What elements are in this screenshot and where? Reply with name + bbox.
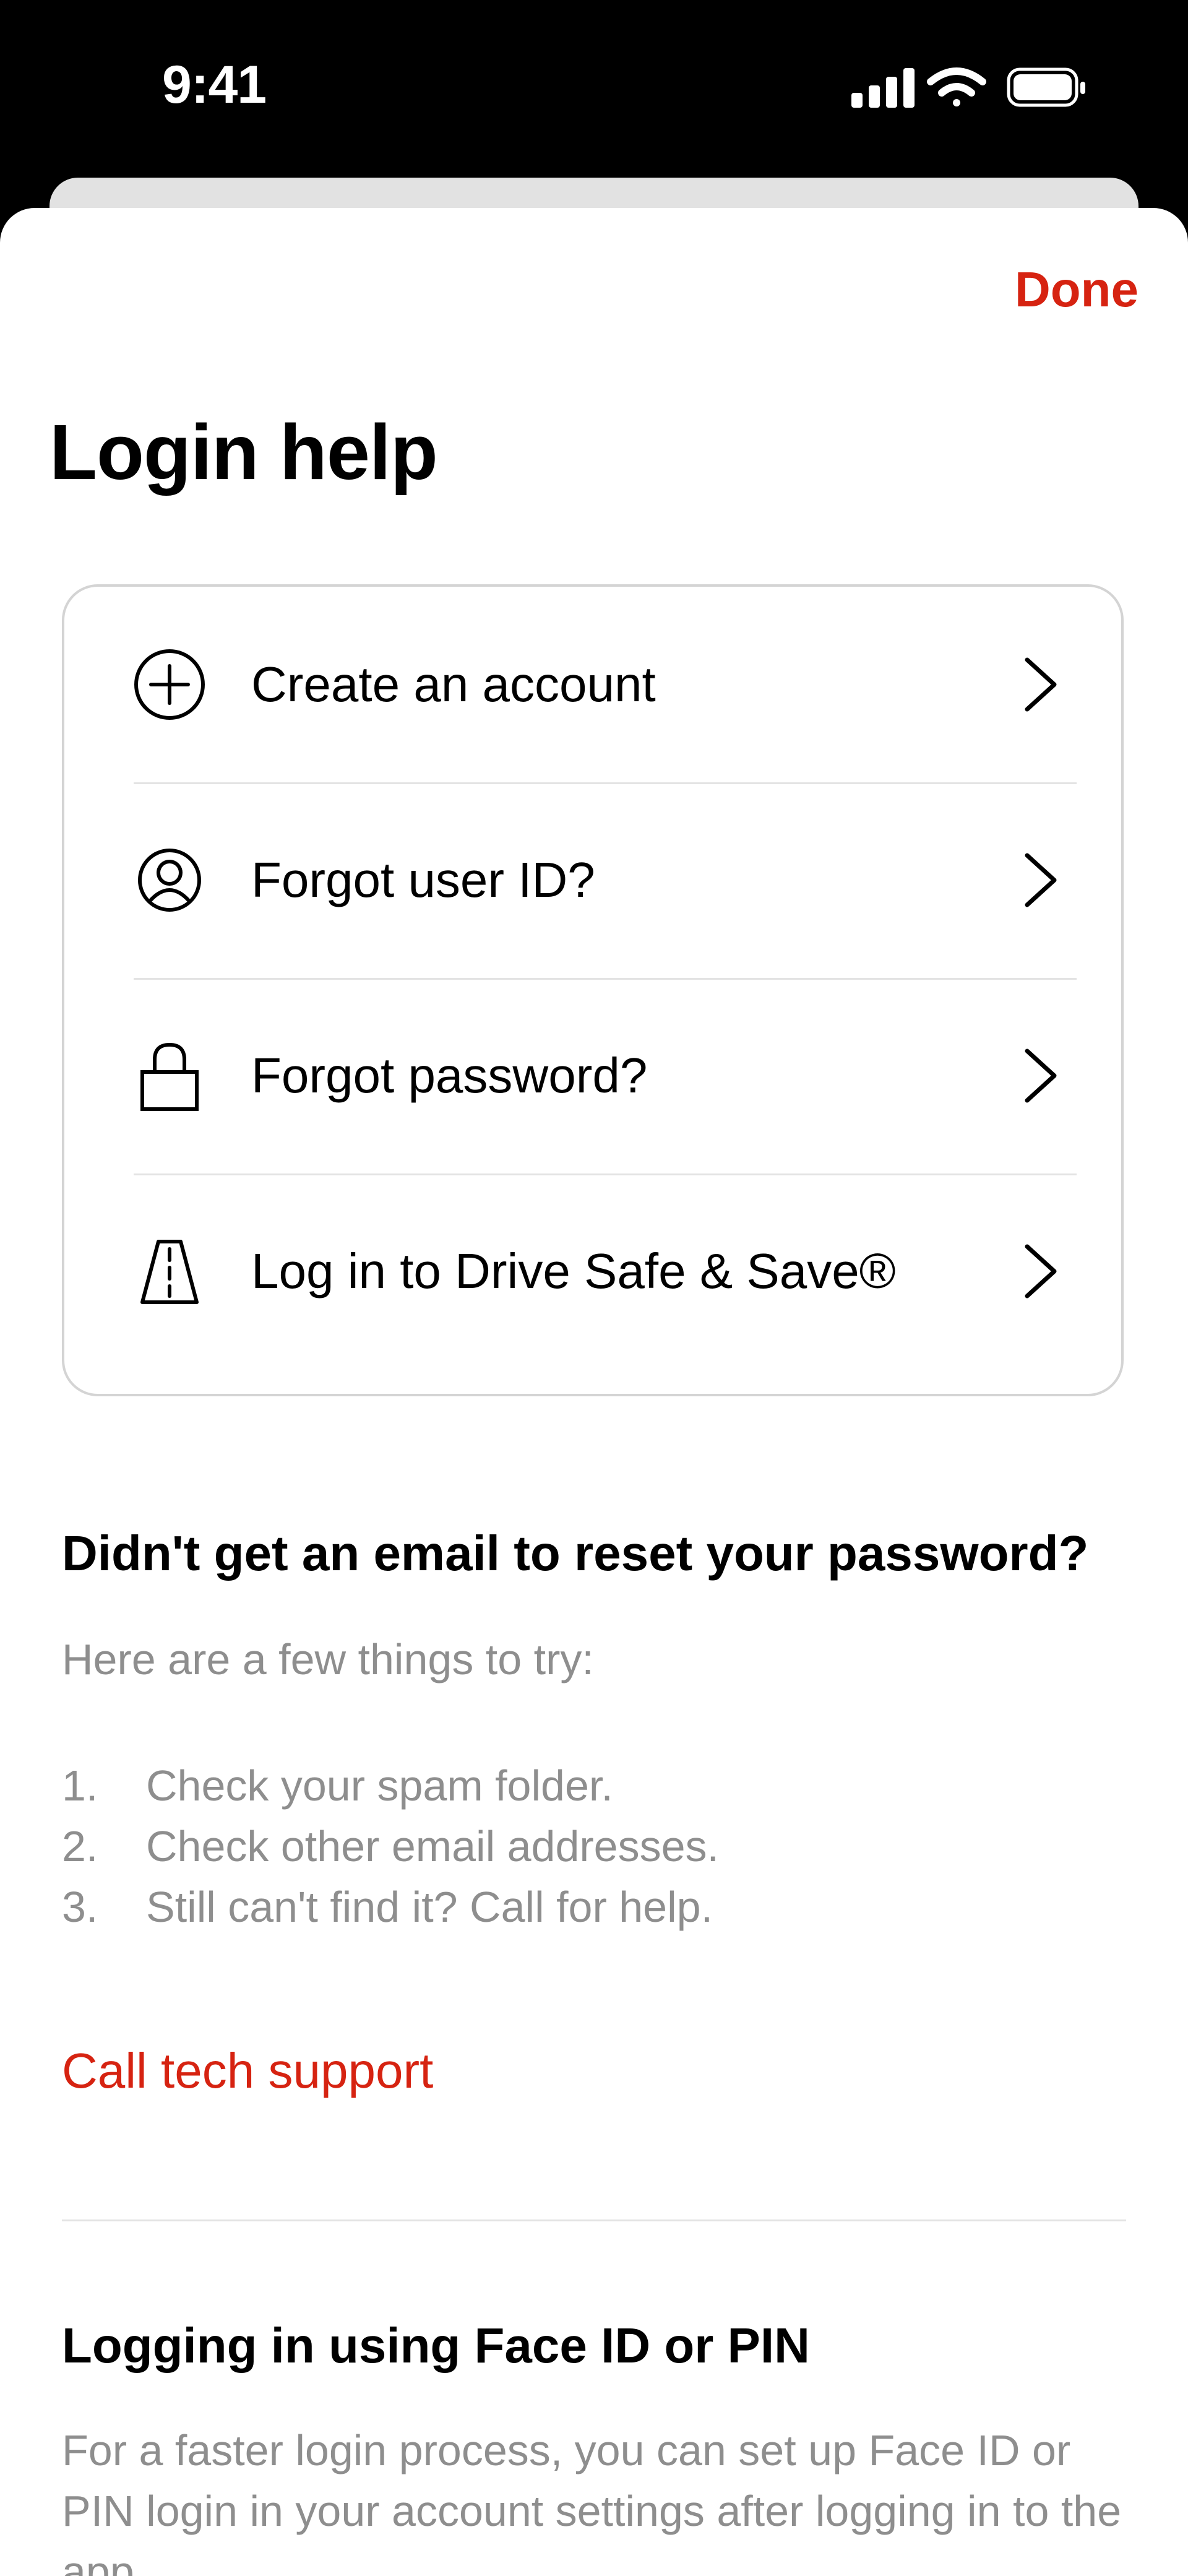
chevron-right-icon (1025, 853, 1057, 907)
status-bar: 9:41 (0, 0, 1188, 179)
chevron-right-icon (1025, 1048, 1057, 1103)
wifi-icon (927, 67, 986, 106)
list-item: 3. Still can't find it? Call for help. (62, 1883, 713, 1931)
section-divider (62, 2219, 1126, 2221)
road-icon (140, 1240, 199, 1304)
drive-safe-save-label: Log in to Drive Safe & Save® (251, 1243, 896, 1299)
forgot-password-label: Forgot password? (251, 1048, 648, 1103)
battery-icon (1007, 67, 1085, 107)
status-time: 9:41 (162, 55, 267, 115)
reset-help-intro: Here are a few things to try: (62, 1635, 594, 1683)
create-account-label: Create an account (251, 657, 656, 712)
create-account-row[interactable]: Create an account (64, 587, 1121, 782)
chevron-right-icon (1025, 1244, 1057, 1299)
login-help-sheet: Done Login help Create an account Forgot… (0, 208, 1188, 2576)
list-item: 1. Check your spam folder. (62, 1761, 613, 1810)
login-options-card: Create an account Forgot user ID? Forgot… (62, 584, 1124, 1396)
plus-circle-icon (134, 649, 205, 720)
drive-safe-save-row[interactable]: Log in to Drive Safe & Save® (64, 1173, 1121, 1369)
lock-icon (140, 1042, 199, 1111)
forgot-password-row[interactable]: Forgot password? (64, 978, 1121, 1173)
forgot-user-id-label: Forgot user ID? (251, 852, 595, 907)
reset-help-heading: Didn't get an email to reset your passwo… (62, 1526, 1089, 1581)
chevron-right-icon (1025, 657, 1057, 712)
faceid-description: For a faster login process, you can set … (62, 2426, 1122, 2576)
call-tech-support-link[interactable]: Call tech support (62, 2046, 433, 2096)
forgot-user-id-row[interactable]: Forgot user ID? (64, 782, 1121, 978)
page-title: Login help (50, 408, 438, 496)
user-circle-icon (138, 849, 201, 912)
list-item: 2. Check other email addresses. (62, 1822, 719, 1870)
reset-steps-list: 1. Check your spam folder. 2. Check other … (62, 1755, 719, 1937)
done-button[interactable]: Done (1015, 261, 1138, 318)
status-icons (851, 67, 1085, 108)
signal-icon (851, 68, 915, 108)
faceid-heading: Logging in using Face ID or PIN (62, 2318, 810, 2373)
